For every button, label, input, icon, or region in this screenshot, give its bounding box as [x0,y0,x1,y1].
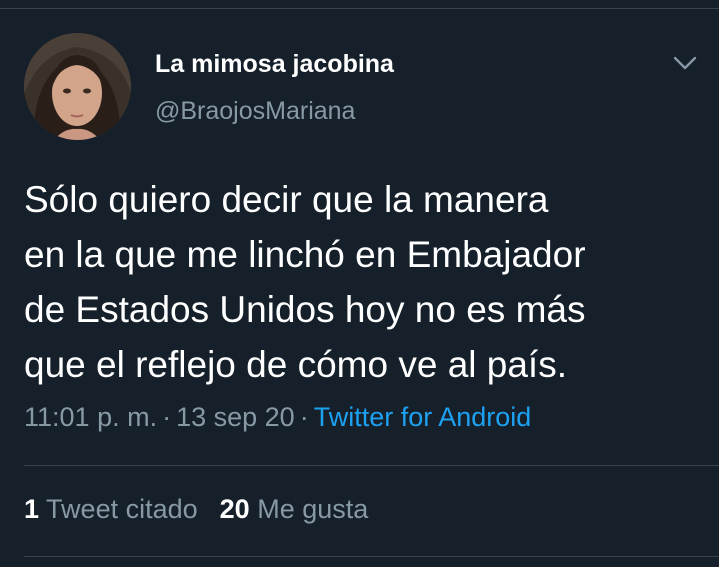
meta-separator: · [299,402,309,432]
user-handle[interactable]: @BraojosMariana [155,97,355,126]
stats-divider-bottom [24,556,719,557]
tweet-time[interactable]: 11:01 p. m. [24,402,157,432]
quote-count: 1 [24,494,40,524]
avatar[interactable] [24,33,131,140]
tweet-meta: 11:01 p. m. · 13 sep 20 · Twitter for Androi… [24,402,531,433]
tweet-date[interactable]: 13 sep 20 [176,402,295,432]
tweet-text: Sólo quiero decir que la manera en la qu… [24,179,586,385]
quote-label: Tweet citado [46,494,198,524]
like-label: Me gusta [257,494,369,524]
chevron-down-icon[interactable] [668,50,702,76]
avatar-photo [24,33,131,140]
like-count: 20 [219,494,250,524]
top-divider [0,8,719,9]
tweet-source-link[interactable]: Twitter for Android [314,402,532,432]
meta-separator: · [162,402,172,432]
quote-tweets-stat[interactable]: 1 Tweet citado [24,494,198,524]
likes-stat[interactable]: 20 Me gusta [220,494,369,524]
stats-divider-top [24,465,719,466]
tweet-stats: 1 Tweet citado 20 Me gusta [24,494,368,525]
display-name[interactable]: La mimosa jacobina [155,50,394,79]
